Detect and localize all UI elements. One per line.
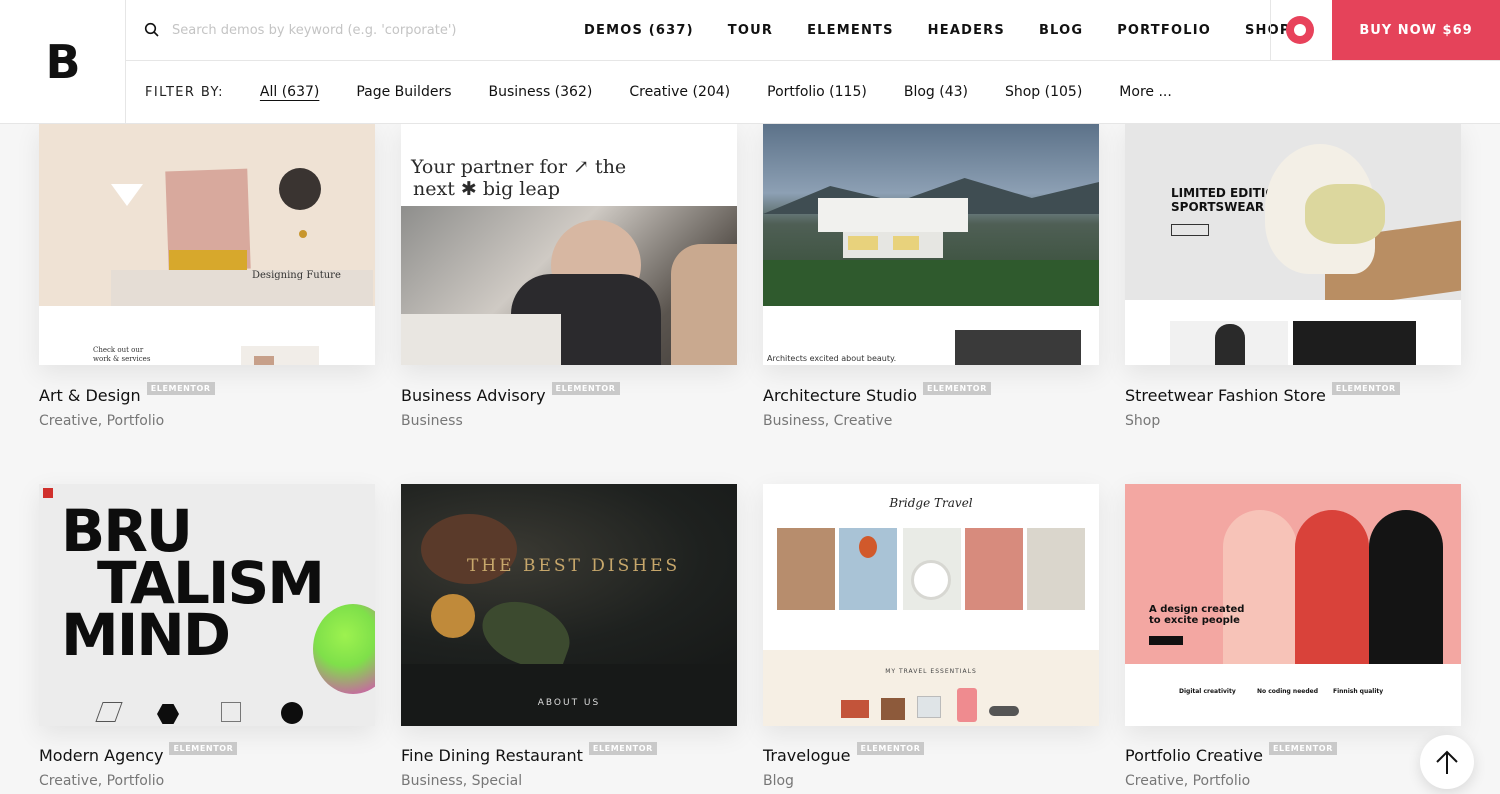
thumb-text: next ✱ big leap — [413, 178, 561, 200]
thumb-text: MIND — [61, 601, 231, 669]
nav-portfolio[interactable]: PORTFOLIO — [1117, 23, 1211, 38]
search-icon[interactable] — [144, 22, 160, 38]
demo-title[interactable]: Portfolio Creative — [1125, 746, 1263, 765]
elementor-badge: ELEMENTOR — [856, 742, 925, 755]
nav-headers[interactable]: HEADERS — [928, 23, 1005, 38]
demo-thumbnail[interactable]: Bridge Travel MY TRAVEL ESSENTIALS — [763, 484, 1099, 726]
demo-categories[interactable]: Business — [401, 413, 463, 429]
elementor-badge: ELEMENTOR — [146, 382, 215, 395]
thumb-text: SPORTSWEAR — [1171, 200, 1265, 214]
elementor-badge: ELEMENTOR — [169, 742, 238, 755]
scroll-to-top-button[interactable] — [1420, 735, 1474, 789]
nav-tour[interactable]: TOUR — [728, 23, 773, 38]
logo[interactable]: B — [0, 0, 126, 124]
filter-portfolio[interactable]: Portfolio (115) — [767, 84, 867, 100]
demo-thumbnail[interactable]: Your partner for ↗ the next ✱ big leap — [401, 124, 737, 365]
thumb-text: THE BEST DISHES — [467, 556, 681, 576]
demo-thumbnail[interactable]: Architects excited about beauty. — [763, 124, 1099, 365]
demo-title[interactable]: Travelogue — [763, 746, 851, 765]
elementor-badge: ELEMENTOR — [1268, 742, 1337, 755]
demo-categories[interactable]: Creative, Portfolio — [1125, 773, 1250, 789]
demo-card[interactable]: Bridge Travel MY TRAVEL ESSENTIALS Trave… — [763, 484, 1099, 789]
demo-categories[interactable]: Creative, Portfolio — [39, 773, 164, 789]
elementor-badge: ELEMENTOR — [923, 382, 991, 395]
filter-blog[interactable]: Blog (43) — [904, 84, 968, 100]
demo-title[interactable]: Fine Dining Restaurant — [401, 746, 583, 765]
nav-elements[interactable]: ELEMENTS — [807, 23, 894, 38]
filter-more[interactable]: More ... — [1119, 84, 1172, 100]
thumb-text: Designing Future — [252, 270, 341, 281]
thumb-text: MY TRAVEL ESSENTIALS — [885, 668, 977, 675]
buy-now-button[interactable]: BUY NOW $69 — [1332, 0, 1500, 60]
demo-card[interactable]: Architects excited about beauty. Archite… — [763, 124, 1099, 429]
demo-categories[interactable]: Business, Creative — [763, 413, 892, 429]
filter-bar: FILTER BY: All (637) Page Builders Busin… — [126, 61, 1500, 123]
filter-label: FILTER BY: — [145, 84, 224, 100]
demo-categories[interactable]: Creative, Portfolio — [39, 413, 164, 429]
demo-card[interactable]: LIMITED EDITION SPORTSWEAR Streetwear Fa… — [1125, 124, 1461, 429]
main-nav: DEMOS (637) TOUR ELEMENTS HEADERS BLOG P… — [584, 0, 1325, 60]
demo-thumbnail[interactable]: BRU TALISM MIND — [39, 484, 375, 726]
nav-blog[interactable]: BLOG — [1039, 23, 1083, 38]
elementor-badge: ELEMENTOR — [1331, 382, 1400, 395]
demo-card[interactable]: THE BEST DISHES ABOUT US Fine Dining Res… — [401, 484, 737, 789]
demo-thumbnail[interactable]: A design created to excite people Digita… — [1125, 484, 1461, 726]
filter-all[interactable]: All (637) — [260, 84, 319, 100]
nav-divider — [1270, 0, 1271, 60]
thumb-text: A design created to excite people — [1149, 604, 1245, 626]
demo-thumbnail[interactable]: THE BEST DISHES ABOUT US — [401, 484, 737, 726]
filter-business[interactable]: Business (362) — [489, 84, 593, 100]
top-bar: DEMOS (637) TOUR ELEMENTS HEADERS BLOG P… — [126, 0, 1500, 61]
thumb-text: Check out our work & services — [93, 346, 151, 363]
thumb-text: Architects excited about beauty. — [767, 354, 897, 363]
arrow-up-icon — [1436, 750, 1458, 774]
demo-title[interactable]: Modern Agency — [39, 746, 163, 765]
search-bar — [144, 18, 474, 42]
elementor-badge: ELEMENTOR — [588, 742, 657, 755]
demo-categories[interactable]: Shop — [1125, 413, 1160, 429]
elementor-badge: ELEMENTOR — [551, 382, 620, 395]
demo-thumbnail[interactable]: Designing Future Check out our work & se… — [39, 124, 375, 365]
nav-shop[interactable]: SHOP — [1245, 23, 1291, 38]
demo-card[interactable]: Designing Future Check out our work & se… — [39, 124, 375, 429]
demo-card[interactable]: A design created to excite people Digita… — [1125, 484, 1461, 789]
demo-card[interactable]: Your partner for ↗ the next ✱ big leap B… — [401, 124, 737, 429]
demo-thumbnail[interactable]: LIMITED EDITION SPORTSWEAR — [1125, 124, 1461, 365]
demo-title[interactable]: Business Advisory — [401, 386, 546, 405]
demo-card[interactable]: BRU TALISM MIND Modern Agency ELEMENTOR C… — [39, 484, 375, 789]
search-input[interactable] — [172, 22, 472, 38]
demo-title[interactable]: Streetwear Fashion Store — [1125, 386, 1326, 405]
demo-title[interactable]: Architecture Studio — [763, 386, 917, 405]
thumb-text: ABOUT US — [537, 698, 601, 708]
thumb-text: Digital creativity — [1179, 688, 1236, 695]
demo-categories[interactable]: Blog — [763, 773, 794, 789]
filter-creative[interactable]: Creative (204) — [629, 84, 730, 100]
nav-demos[interactable]: DEMOS (637) — [584, 23, 694, 38]
thumb-text: Your partner for ↗ the — [411, 156, 627, 178]
demo-title[interactable]: Art & Design — [39, 386, 141, 405]
thumb-text: Finnish quality — [1333, 688, 1384, 695]
filter-page-builders[interactable]: Page Builders — [356, 84, 451, 100]
demo-categories[interactable]: Business, Special — [401, 773, 522, 789]
thumb-text: No coding needed — [1257, 688, 1318, 695]
support-icon[interactable] — [1286, 16, 1314, 44]
thumb-text: Bridge Travel — [889, 496, 973, 510]
site-header: B DEMOS (637) TOUR ELEMENTS HEADERS BLOG… — [0, 0, 1500, 124]
filter-shop[interactable]: Shop (105) — [1005, 84, 1082, 100]
